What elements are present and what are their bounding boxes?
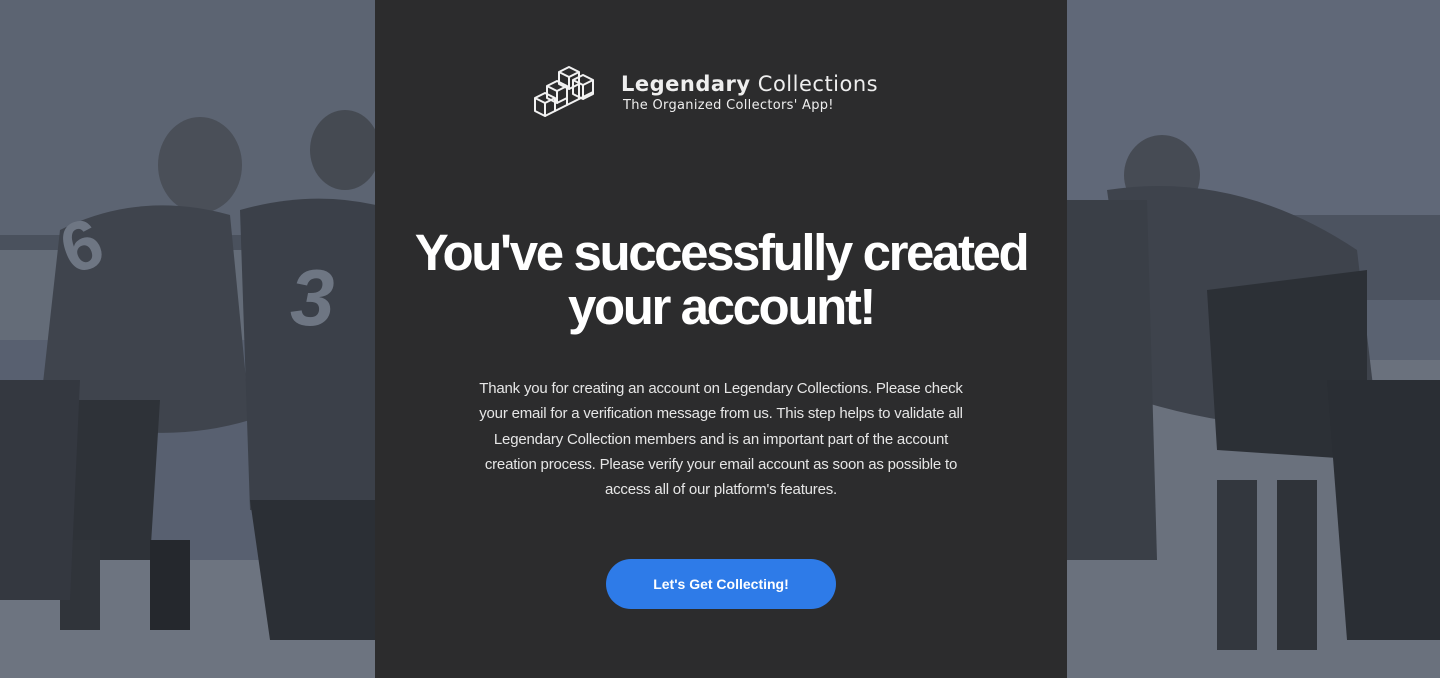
background-photo-left: 6 3 bbox=[0, 0, 376, 678]
stacked-boxes-icon bbox=[534, 66, 594, 117]
jersey-number-3: 3 bbox=[290, 253, 335, 342]
success-headline: You've successfully created your account… bbox=[375, 226, 1067, 334]
get-collecting-button[interactable]: Let's Get Collecting! bbox=[606, 559, 836, 609]
brand-header: Legendary Collections The Organized Coll… bbox=[533, 64, 878, 120]
content-panel: Legendary Collections The Organized Coll… bbox=[375, 0, 1067, 678]
brand-name: Legendary Collections bbox=[621, 71, 878, 97]
brand-name-bold: Legendary bbox=[621, 72, 751, 96]
brand-tagline: The Organized Collectors' App! bbox=[623, 98, 834, 113]
verification-page: 6 3 Legendary Collections The Organized … bbox=[0, 0, 1440, 678]
brand-name-light: Collections bbox=[757, 72, 879, 96]
background-photo-right bbox=[1067, 0, 1440, 678]
headline-line-2: your account! bbox=[567, 278, 876, 335]
brand-text: Legendary Collections The Organized Coll… bbox=[621, 71, 878, 113]
verification-message: Thank you for creating an account on Leg… bbox=[479, 380, 963, 499]
headline-line-1: You've successfully created bbox=[414, 224, 1030, 281]
